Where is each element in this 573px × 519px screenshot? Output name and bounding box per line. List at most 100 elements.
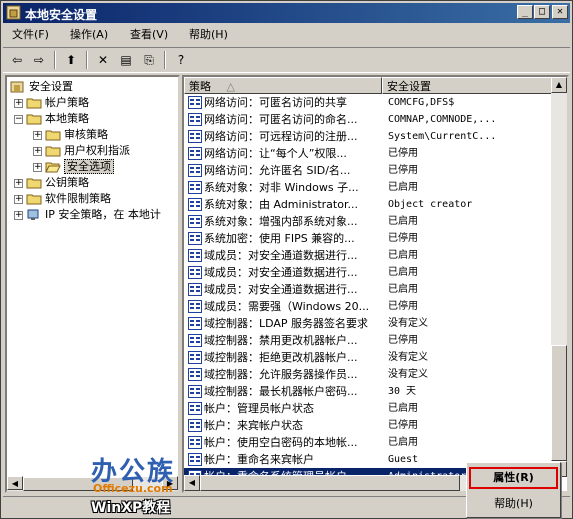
policy-name: 网络访问：可远程访问的注册... [204,130,358,143]
table-row[interactable]: 网络访问：允许匿名 SID/名... 已停用 [184,162,553,179]
menu-file[interactable]: 文件(F) [7,27,54,43]
context-menu-help[interactable]: 帮助(H) [469,493,558,515]
tree-item-security-options[interactable]: + 安全选项 [33,159,114,175]
expand-plus-icon[interactable]: + [14,210,23,220]
policy-setting: 已停用 [388,233,418,244]
scroll-up-icon[interactable]: ▲ [551,77,567,93]
table-row[interactable]: 系统加密：使用 FIPS 兼容的... 已停用 [184,230,553,247]
policy-icon [188,215,202,228]
policy-setting: COMCFG,DFS$ [388,97,455,108]
tree-root-security-settings[interactable]: 安全设置 [10,79,73,95]
table-row[interactable]: 系统对象：增强内部系统对象... 已启用 [184,213,553,230]
column-header-policy[interactable]: 策略 △ [184,77,382,94]
expand-plus-icon[interactable]: + [33,130,42,140]
policy-icon [188,113,202,126]
close-button[interactable]: ✕ [552,5,568,19]
export-list-icon[interactable]: ⎘ [139,51,159,69]
maximize-button[interactable]: □ [534,5,550,19]
up-folder-icon[interactable]: ⬆ [61,51,81,69]
toolbar-separator [54,51,56,69]
delete-icon[interactable]: ✕ [93,51,113,69]
column-header-setting[interactable]: 安全设置 [382,77,553,94]
tree-item-audit-policy[interactable]: + 审核策略 [33,127,108,143]
table-row[interactable]: 域控制器：拒绝更改机器帐户... 没有定义 [184,349,553,366]
back-arrow-icon[interactable]: ⇦ [7,51,27,69]
policy-icon [188,232,202,245]
policy-setting: COMNAP,COMNODE,... [388,114,497,125]
list-vertical-scrollbar[interactable]: ▲ ▼ [551,77,567,477]
policy-name: 网络访问：可匿名访问的命名... [204,113,358,126]
context-menu: 属性(R) 帮助(H) [466,462,561,518]
menu-help[interactable]: 帮助(H) [184,27,233,43]
folder-icon [45,146,61,157]
tree-item-software-restriction[interactable]: + 软件限制策略 [14,191,111,207]
properties-icon[interactable]: ▤ [116,51,136,69]
tree-item-local-policies[interactable]: − 本地策略 [14,111,89,127]
scroll-thumb[interactable] [200,475,460,491]
toolbar-separator [86,51,88,69]
policy-icon [188,300,202,313]
policy-setting: 已启用 [388,250,418,261]
expand-plus-icon[interactable]: + [14,98,23,108]
tree-item-public-key-policies[interactable]: + 公钥策略 [14,175,89,191]
policy-setting: 已启用 [388,216,418,227]
policy-name: 域成员：需要强（Windows 20... [204,300,370,313]
expand-plus-icon[interactable]: + [14,194,23,204]
policy-icon [188,419,202,432]
tree-item-account-policies[interactable]: + 帐户策略 [14,95,89,111]
table-row[interactable]: 域控制器：禁用更改机器帐户... 已停用 [184,332,553,349]
expand-plus-icon[interactable]: + [14,178,23,188]
context-menu-properties[interactable]: 属性(R) [469,467,558,489]
table-row[interactable]: 帐户：使用空白密码的本地帐... 已启用 [184,434,553,451]
title-bar[interactable]: 本地安全设置 _ □ ✕ [3,3,570,23]
expand-plus-icon[interactable]: + [33,162,42,172]
table-row[interactable]: 域成员：对安全通道数据进行... 已启用 [184,281,553,298]
table-row[interactable]: 域控制器：最长机器帐户密码... 30 天 [184,383,553,400]
tree-item-user-rights[interactable]: + 用户权利指派 [33,143,130,159]
policy-name: 系统加密：使用 FIPS 兼容的... [204,232,355,245]
folder-icon [26,98,42,109]
sort-ascending-icon: △ [226,80,235,93]
policy-name: 域控制器：最长机器帐户密码... [204,385,358,398]
tree-item-ip-security[interactable]: + IP 安全策略，在 本地计 [14,207,161,223]
menu-action[interactable]: 操作(A) [65,27,113,43]
policy-icon [188,181,202,194]
table-row[interactable]: 帐户：管理员帐户状态 已启用 [184,400,553,417]
table-row[interactable]: 域控制器：LDAP 服务器签名要求 没有定义 [184,315,553,332]
scroll-left-icon[interactable]: ◀ [7,476,23,490]
table-row[interactable]: 帐户：来宾帐户状态 已停用 [184,417,553,434]
help-icon[interactable]: ? [171,51,191,69]
toolbar-separator [164,51,166,69]
policy-name: 网络访问：可匿名访问的共享 [204,96,347,109]
table-row[interactable]: 网络访问：让“每个人”权限... 已停用 [184,145,553,162]
table-row[interactable]: 域成员：对安全通道数据进行... 已启用 [184,264,553,281]
policy-icon [188,351,202,364]
expand-plus-icon[interactable]: + [33,146,42,156]
table-row[interactable]: 系统对象：由 Administrator... Object creator [184,196,553,213]
minimize-button[interactable]: _ [517,5,533,19]
policy-setting: 已启用 [388,182,418,193]
watermark-logo: 办公族 Officezu.com WinXP教程 [91,451,191,517]
table-row[interactable]: 网络访问：可远程访问的注册... System\CurrentC... [184,128,553,145]
policy-icon [188,368,202,381]
table-row[interactable]: 系统对象：对非 Windows 子... 已启用 [184,179,553,196]
table-row[interactable]: 域控制器：允许服务器操作员... 没有定义 [184,366,553,383]
forward-arrow-icon[interactable]: ⇨ [29,51,49,69]
policy-name: 域控制器：LDAP 服务器签名要求 [204,317,369,330]
watermark-tag: WinXP教程 [91,500,171,516]
policy-icon [188,147,202,160]
policy-icon [188,266,202,279]
policy-name: 帐户：重命名来宾帐户 [204,453,314,466]
table-row[interactable]: 网络访问：可匿名访问的命名... COMNAP,COMNODE,... [184,111,553,128]
table-row[interactable]: 域成员：需要强（Windows 20... 已停用 [184,298,553,315]
table-row[interactable]: 网络访问：可匿名访问的共享 COMCFG,DFS$ [184,94,553,111]
menu-view[interactable]: 查看(V) [125,27,173,43]
folder-icon [26,194,42,205]
table-row[interactable]: 域成员：对安全通道数据进行... 已启用 [184,247,553,264]
policy-icon [188,96,202,109]
window-title: 本地安全设置 [25,8,98,22]
policy-name: 帐户：管理员帐户状态 [204,402,314,415]
policy-icon [188,402,202,415]
scroll-thumb[interactable] [551,345,567,461]
collapse-minus-icon[interactable]: − [14,114,23,124]
